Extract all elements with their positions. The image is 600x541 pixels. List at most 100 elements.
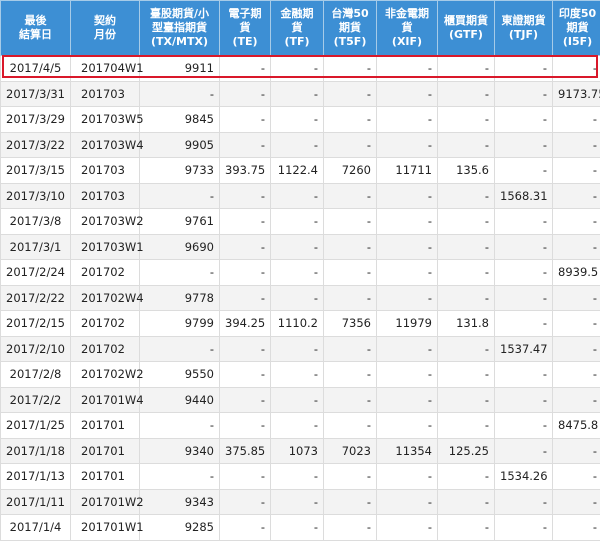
table-row: 2017/3/8201703W29761------- <box>1 209 600 235</box>
table-cell: - <box>271 260 324 286</box>
table-cell: 9799 <box>140 311 220 337</box>
table-cell: 201702 <box>71 260 140 286</box>
table-cell: - <box>220 183 271 209</box>
table-cell: 8939.5 <box>553 260 600 286</box>
table-cell: 11354 <box>377 438 438 464</box>
table-cell: - <box>324 107 377 133</box>
table-cell: - <box>271 209 324 235</box>
table-cell: - <box>271 56 324 82</box>
table-cell: - <box>438 464 495 490</box>
table-cell: - <box>438 285 495 311</box>
table-cell: - <box>553 107 600 133</box>
table-cell: - <box>140 413 220 439</box>
table-cell: - <box>438 107 495 133</box>
table-cell: 2017/2/10 <box>1 336 71 362</box>
table-cell: 1122.4 <box>271 158 324 184</box>
table-cell: 201702 <box>71 336 140 362</box>
table-cell: 201701 <box>71 438 140 464</box>
table-cell: - <box>553 132 600 158</box>
column-header-9: 印度50期貨(I5F) <box>553 1 600 56</box>
column-header-8: 東證期貨(TJF) <box>495 1 553 56</box>
table-cell: - <box>377 285 438 311</box>
table-cell: 201704W1 <box>71 56 140 82</box>
table-cell: - <box>438 183 495 209</box>
column-header-line: 貨 <box>402 21 413 34</box>
table-cell: 9778 <box>140 285 220 311</box>
table-cell: - <box>324 362 377 388</box>
table-row: 2017/3/29201703W59845------- <box>1 107 600 133</box>
table-cell: 9690 <box>140 234 220 260</box>
table-cell: - <box>553 438 600 464</box>
table-cell: - <box>377 234 438 260</box>
table-cell: - <box>495 413 553 439</box>
column-header-line: 櫃買期貨 <box>444 14 488 27</box>
table-cell: - <box>271 489 324 515</box>
table-row: 2017/2/152017029799394.251110.2735611979… <box>1 311 600 337</box>
column-header-line: 期貨 <box>339 21 361 34</box>
table-cell: 201703W5 <box>71 107 140 133</box>
table-cell: - <box>553 489 600 515</box>
table-cell: - <box>377 209 438 235</box>
table-cell: 201702 <box>71 311 140 337</box>
table-cell: 9905 <box>140 132 220 158</box>
table-header: 最後結算日契約月份臺股期貨/小型臺指期貨(TX/MTX)電子期貨(TE)金融期貨… <box>1 1 600 56</box>
column-header-1: 契約月份 <box>71 1 140 56</box>
table-cell: - <box>220 56 271 82</box>
table-cell: 125.25 <box>438 438 495 464</box>
table-cell: 201702W4 <box>71 285 140 311</box>
table-cell: - <box>140 183 220 209</box>
table-cell: - <box>220 107 271 133</box>
table-cell: - <box>324 336 377 362</box>
table-cell: - <box>438 209 495 235</box>
table-cell: - <box>438 260 495 286</box>
table-cell: - <box>140 81 220 107</box>
column-header-line: 月份 <box>94 28 116 41</box>
table-cell: - <box>495 132 553 158</box>
column-header-line: 非金電期 <box>385 7 429 20</box>
table-cell: - <box>495 260 553 286</box>
table-cell: - <box>271 387 324 413</box>
table-row: 2017/2/8201702W29550------- <box>1 362 600 388</box>
table-cell: - <box>324 489 377 515</box>
table-cell: - <box>324 81 377 107</box>
column-header-line: 電子期 <box>229 7 262 20</box>
table-cell: - <box>140 336 220 362</box>
table-row: 2017/2/24201702-------8939.5 <box>1 260 600 286</box>
table-cell: - <box>553 387 600 413</box>
table-cell: - <box>553 56 600 82</box>
column-header-line: (T5F) <box>334 35 367 48</box>
column-header-0: 最後結算日 <box>1 1 71 56</box>
table-cell: - <box>495 387 553 413</box>
table-cell: - <box>220 515 271 541</box>
table-cell: 2017/2/2 <box>1 387 71 413</box>
table-cell: - <box>377 183 438 209</box>
column-header-line: (TF) <box>284 35 309 48</box>
table-cell: - <box>438 132 495 158</box>
table-cell: - <box>377 81 438 107</box>
table-cell: - <box>553 336 600 362</box>
table-cell: - <box>324 260 377 286</box>
table-cell: - <box>438 489 495 515</box>
table-cell: - <box>438 81 495 107</box>
table-cell: 2017/3/31 <box>1 81 71 107</box>
column-header-line: (XIF) <box>392 35 422 48</box>
table-cell: - <box>220 387 271 413</box>
table-row: 2017/3/152017039733393.751122.4726011711… <box>1 158 600 184</box>
table-cell: - <box>220 285 271 311</box>
table-cell: 2017/3/10 <box>1 183 71 209</box>
table-cell: - <box>495 107 553 133</box>
table-cell: 2017/2/22 <box>1 285 71 311</box>
table-cell: - <box>220 81 271 107</box>
table-cell: 2017/1/4 <box>1 515 71 541</box>
table-cell: - <box>324 387 377 413</box>
table-cell: - <box>220 260 271 286</box>
table-cell: 7260 <box>324 158 377 184</box>
table-cell: - <box>553 464 600 490</box>
table-cell: - <box>220 489 271 515</box>
table-cell: 2017/1/11 <box>1 489 71 515</box>
table-cell: - <box>271 183 324 209</box>
table-cell: 11711 <box>377 158 438 184</box>
table-cell: - <box>271 285 324 311</box>
table-cell: 1073 <box>271 438 324 464</box>
table-cell: - <box>377 107 438 133</box>
